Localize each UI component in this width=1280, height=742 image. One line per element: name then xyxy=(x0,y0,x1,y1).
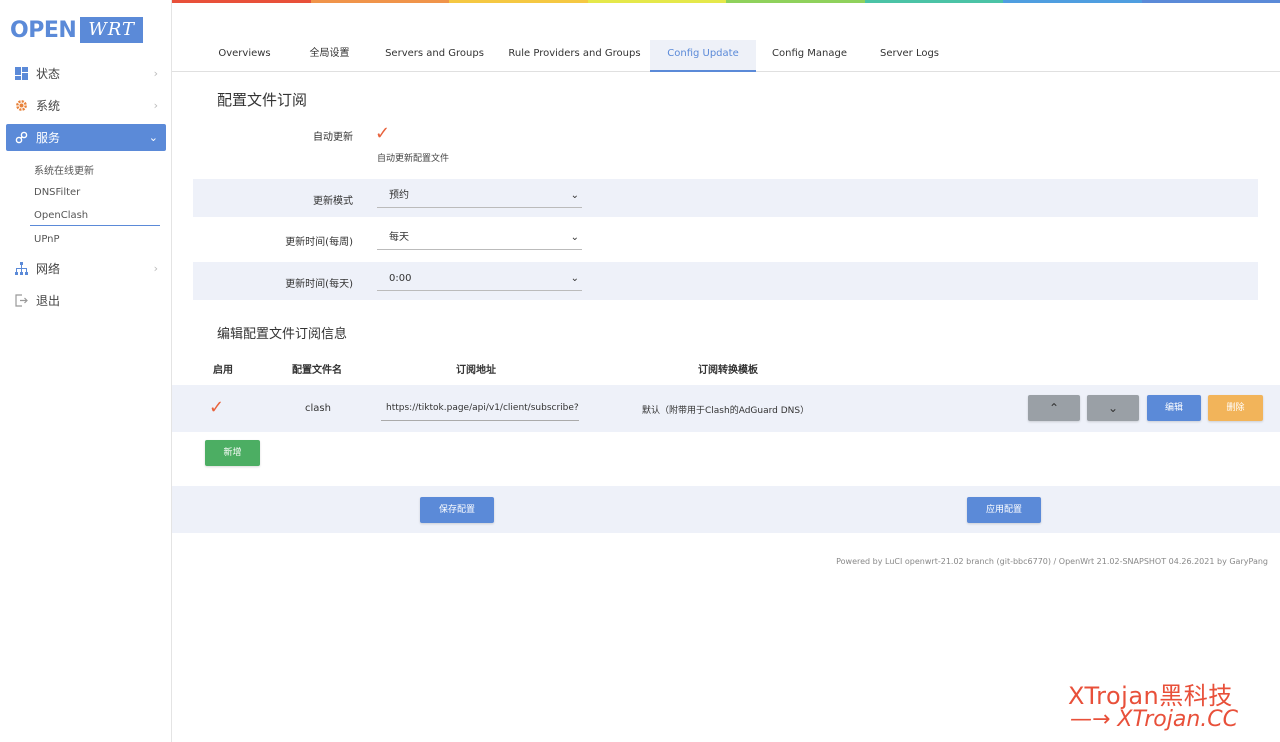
column-header-config-name: 配置文件名 xyxy=(292,365,342,376)
sidebar-item-services[interactable]: 服务 ⌄ xyxy=(6,124,166,151)
select-value: 每天 xyxy=(389,232,409,243)
column-header-subscription-url: 订阅地址 xyxy=(456,365,496,376)
update-mode-label: 更新模式 xyxy=(313,196,353,207)
action-bar xyxy=(172,486,1280,533)
logout-icon xyxy=(14,294,28,308)
openwrt-logo[interactable]: OPEN WRT xyxy=(10,16,144,44)
sidebar-subitem-dnsfilter[interactable]: DNSFilter xyxy=(34,187,80,198)
logo-open-text: OPEN xyxy=(10,17,77,43)
link-icon xyxy=(14,131,28,145)
chevron-right-icon: › xyxy=(153,262,158,275)
delete-button[interactable]: 删除 xyxy=(1208,395,1263,421)
sidebar-item-label: 服务 xyxy=(36,131,61,145)
save-config-button[interactable]: 保存配置 xyxy=(420,497,494,523)
update-week-label: 更新时间(每周) xyxy=(285,237,353,248)
select-value: 0:00 xyxy=(389,273,412,284)
sidebar: OPEN WRT 状态 › 系统 › 服务 ⌄ 系统在线更新 DNSFilter… xyxy=(0,0,172,742)
rainbow-segment xyxy=(587,0,726,3)
sidebar-subitem-openclash[interactable]: OpenClash xyxy=(34,210,88,221)
column-header-enabled: 启用 xyxy=(213,365,233,376)
update-day-select[interactable]: 0:00 ⌄ xyxy=(377,269,582,291)
edit-button[interactable]: 编辑 xyxy=(1147,395,1201,421)
rainbow-segment xyxy=(310,0,449,3)
rainbow-segment xyxy=(449,0,588,3)
sidebar-item-label: 网络 xyxy=(36,262,61,276)
chevron-down-icon: ⌄ xyxy=(570,273,579,284)
auto-update-label: 自动更新 xyxy=(313,132,353,143)
chevron-down-icon: ⌄ xyxy=(148,131,158,144)
footer-text: Powered by LuCI openwrt-21.02 branch (gi… xyxy=(836,557,1268,566)
update-week-select[interactable]: 每天 ⌄ xyxy=(377,228,582,250)
update-day-label: 更新时间(每天) xyxy=(285,279,353,290)
rainbow-bar xyxy=(172,0,1280,3)
tab-global-settings[interactable]: 全局设置 xyxy=(297,40,362,72)
sidebar-item-label: 系统 xyxy=(36,99,61,113)
sidebar-item-status[interactable]: 状态 › xyxy=(6,60,166,87)
rainbow-segment xyxy=(1003,0,1142,3)
tab-server-logs[interactable]: Server Logs xyxy=(872,40,947,72)
gear-icon xyxy=(14,99,28,113)
sidebar-item-network[interactable]: 网络 › xyxy=(6,255,166,282)
tab-rule-providers[interactable]: Rule Providers and Groups xyxy=(507,40,642,72)
logo-wrt-text: WRT xyxy=(80,17,144,43)
chevron-down-icon: ⌄ xyxy=(570,190,579,201)
sidebar-item-system[interactable]: 系统 › xyxy=(6,92,166,119)
tab-overviews[interactable]: Overviews xyxy=(212,40,277,72)
network-icon xyxy=(14,262,28,276)
update-mode-select[interactable]: 预约 ⌄ xyxy=(377,186,582,208)
subscription-url-input[interactable]: https://tiktok.page/api/v1/client/subscr… xyxy=(381,399,579,421)
tab-config-manage[interactable]: Config Manage xyxy=(767,40,852,72)
watermark-line2: —→ XTrojan.CC xyxy=(1070,707,1238,732)
watermark-line1: XTrojan黑科技 xyxy=(1068,682,1233,710)
chevron-right-icon: › xyxy=(153,67,158,80)
row-enabled-checkbox[interactable]: ✓ xyxy=(209,399,224,417)
rainbow-segment xyxy=(864,0,1003,3)
subscription-section-title: 编辑配置文件订阅信息 xyxy=(217,327,348,342)
rainbow-segment xyxy=(1141,0,1280,3)
page-title: 配置文件订阅 xyxy=(217,91,308,109)
active-subitem-underline xyxy=(30,225,160,226)
sidebar-subitem-online-update[interactable]: 系统在线更新 xyxy=(34,162,94,177)
auto-update-checkbox[interactable]: ✓ xyxy=(375,125,390,143)
column-header-template: 订阅转换模板 xyxy=(698,365,758,376)
row-template: 默认（附带用于Clash的AdGuard DNS） xyxy=(642,406,810,416)
tab-config-update[interactable]: Config Update xyxy=(650,40,756,72)
chevron-down-icon: ⌄ xyxy=(570,232,579,243)
add-button[interactable]: 新增 xyxy=(205,440,260,466)
auto-update-hint: 自动更新配置文件 xyxy=(377,154,450,164)
apply-config-button[interactable]: 应用配置 xyxy=(967,497,1041,523)
sidebar-item-logout[interactable]: 退出 xyxy=(6,287,166,314)
sidebar-subitem-upnp[interactable]: UPnP xyxy=(34,234,60,245)
rainbow-segment xyxy=(172,0,311,3)
sidebar-item-label: 状态 xyxy=(36,67,61,81)
row-config-name: clash xyxy=(305,403,331,414)
chevron-right-icon: › xyxy=(153,99,158,112)
dashboard-icon xyxy=(14,67,28,81)
select-value: 预约 xyxy=(389,190,409,201)
move-down-button[interactable]: ⌄ xyxy=(1087,395,1139,421)
move-up-button[interactable]: ⌃ xyxy=(1028,395,1080,421)
tab-bar: Overviews 全局设置 Servers and Groups Rule P… xyxy=(172,40,1280,72)
tab-servers-and-groups[interactable]: Servers and Groups xyxy=(382,40,487,72)
rainbow-segment xyxy=(726,0,865,3)
sidebar-item-label: 退出 xyxy=(36,294,61,308)
